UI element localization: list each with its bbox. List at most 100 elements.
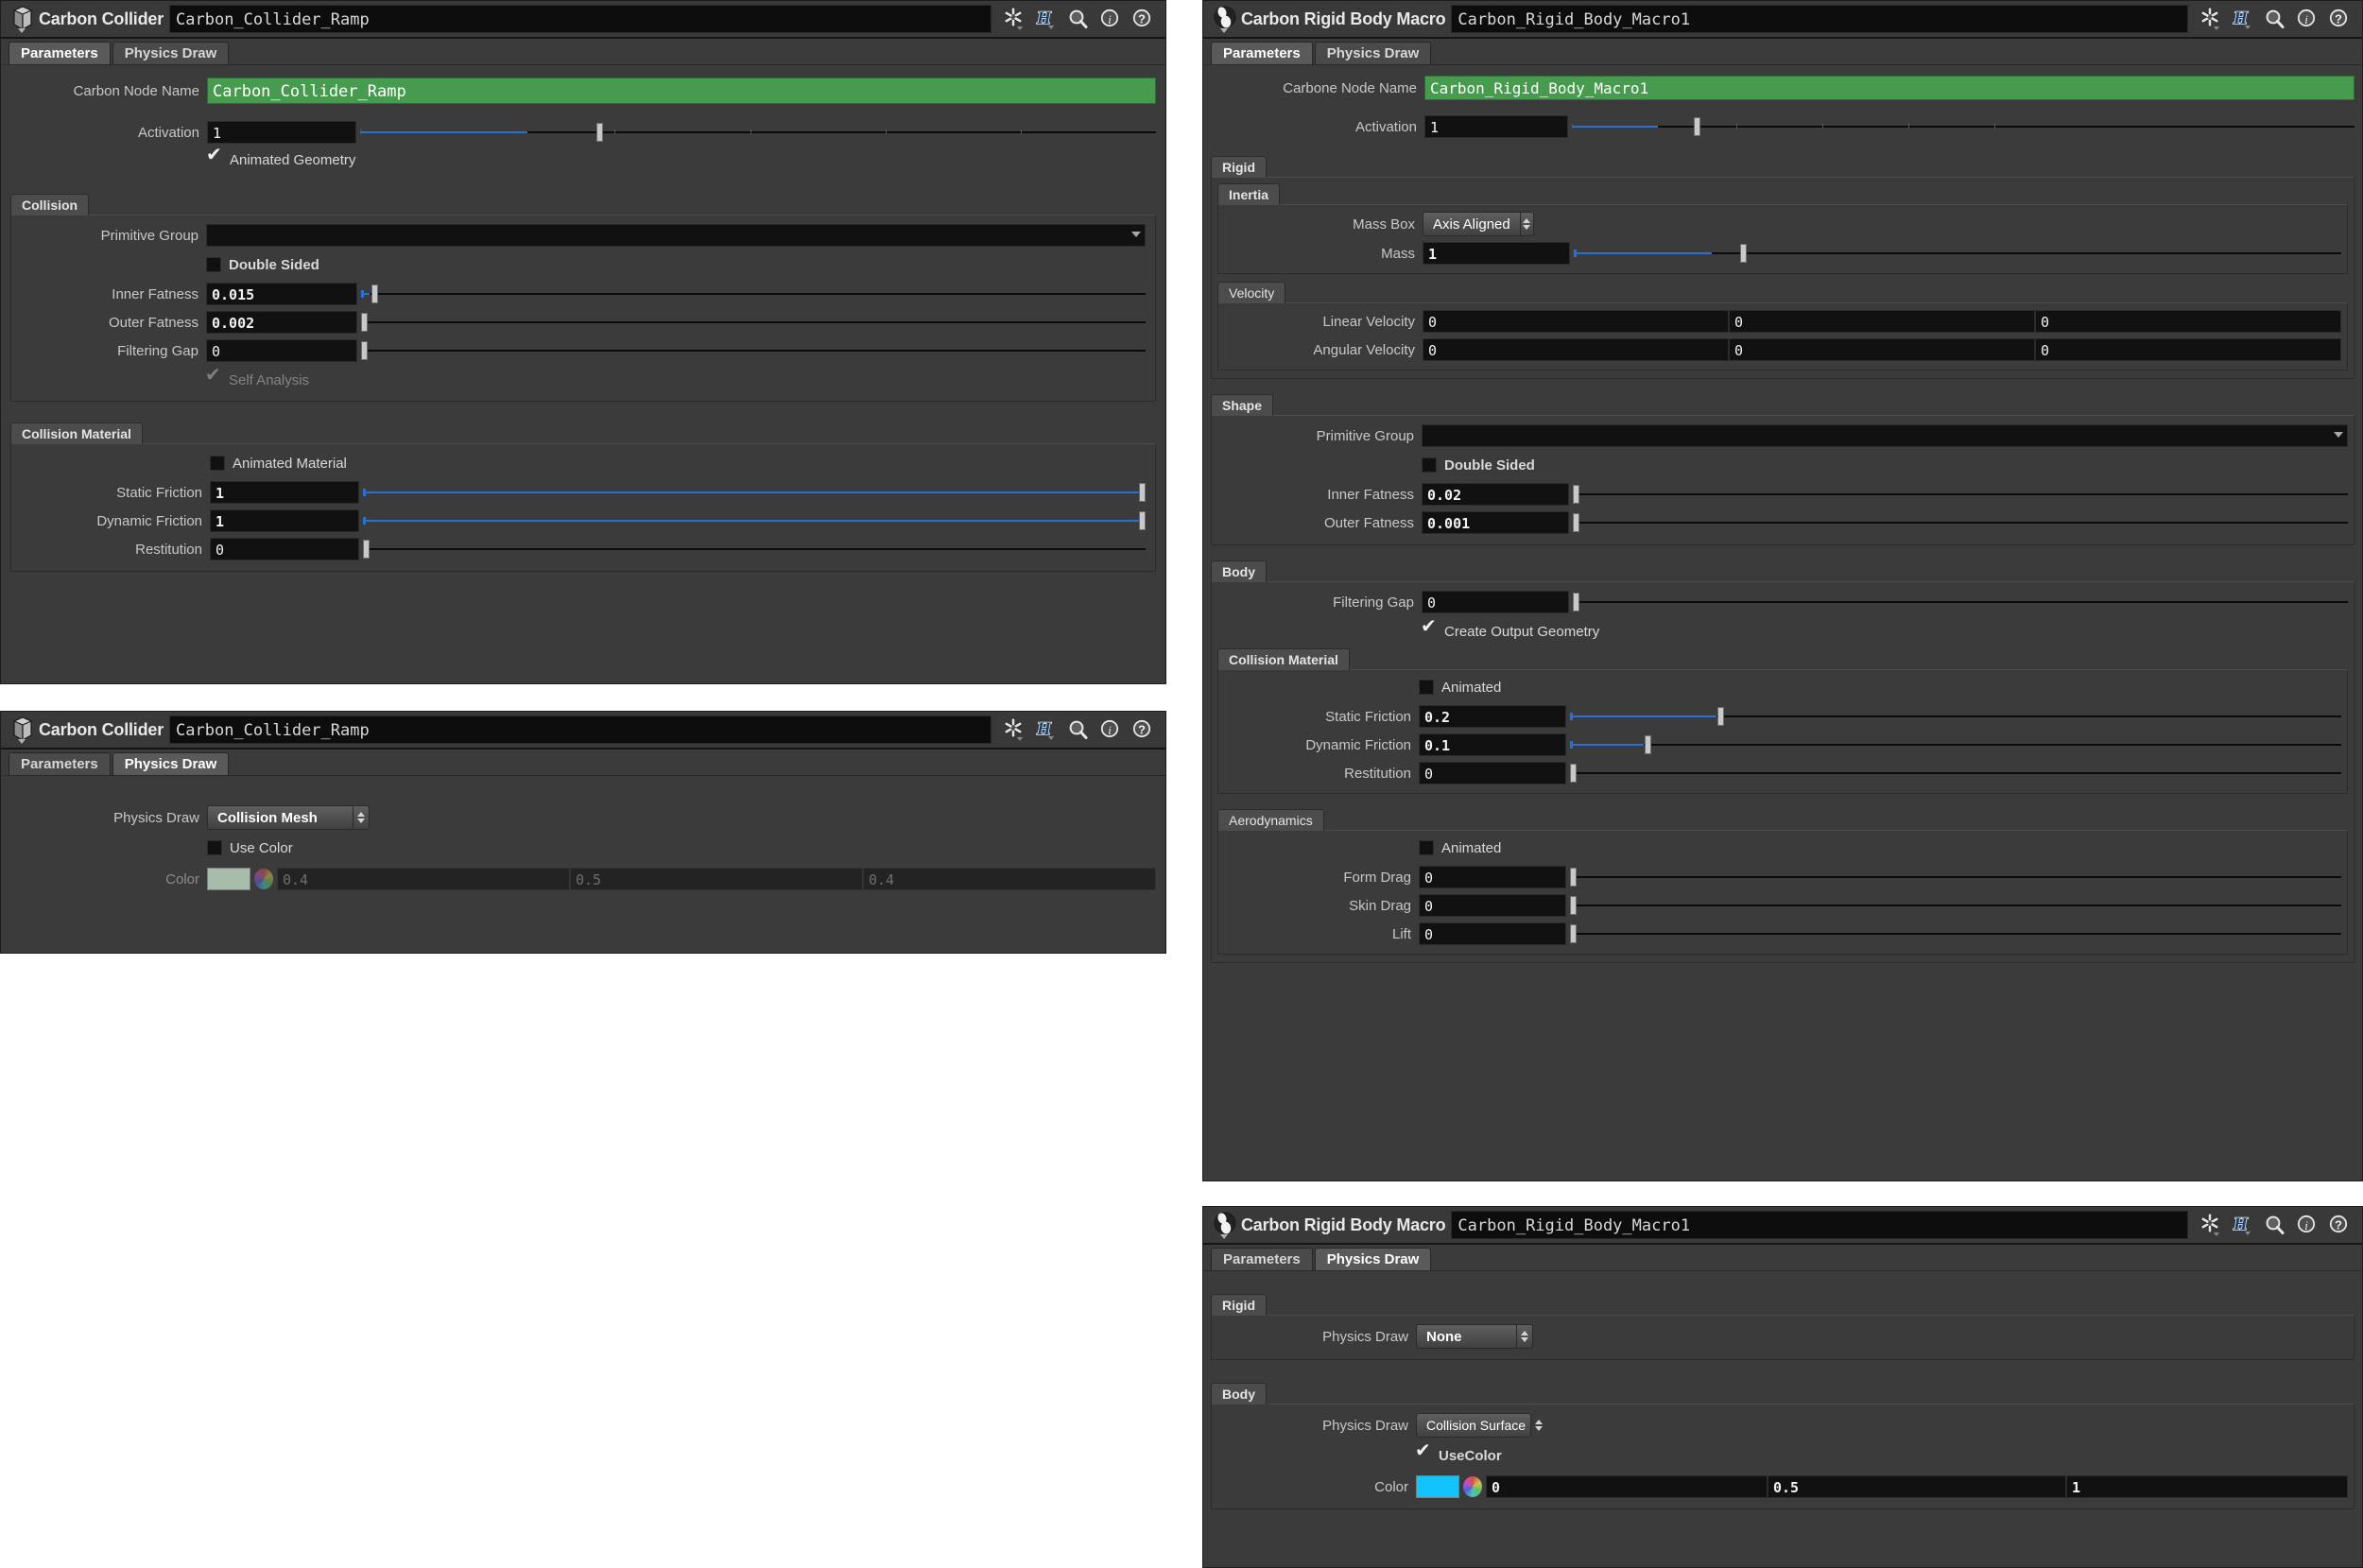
houdini-h-icon[interactable]: H <box>2232 1213 2254 1237</box>
color-swatch[interactable] <box>207 868 250 890</box>
node-path-field[interactable]: Carbon_Rigid_Body_Macro1 <box>1451 5 2188 33</box>
slider-lift[interactable] <box>1570 922 2341 945</box>
help-icon[interactable]: ? <box>2328 7 2351 31</box>
input-filtering-gap[interactable]: 0 <box>1422 591 1569 613</box>
group-tab-collision-material[interactable]: Collision Material <box>1217 648 1350 670</box>
input-outer-fatness[interactable]: 0.001 <box>1422 511 1569 534</box>
slider-form-drag[interactable] <box>1570 866 2341 888</box>
slider-dynamic-friction[interactable] <box>363 509 1146 532</box>
gear-icon[interactable] <box>1003 717 1026 742</box>
checkbox-animated[interactable] <box>1419 680 1434 695</box>
node-path-field[interactable]: Carbon_Rigid_Body_Macro1 <box>1451 1211 2188 1239</box>
input-color-g[interactable]: 0.5 <box>570 868 863 890</box>
checkbox-animated-geometry[interactable] <box>206 146 222 167</box>
input-color-b[interactable]: 0.4 <box>863 868 1156 890</box>
color-wheel-icon[interactable] <box>1463 1476 1482 1497</box>
search-icon[interactable] <box>2264 1213 2286 1237</box>
input-color-r[interactable]: 0.4 <box>277 868 570 890</box>
group-tab-velocity[interactable]: Velocity <box>1217 282 1286 303</box>
tab-parameters[interactable]: Parameters <box>9 42 111 64</box>
slider-restitution[interactable] <box>363 538 1146 560</box>
checkbox-use-color[interactable] <box>1415 1441 1431 1463</box>
tab-parameters[interactable]: Parameters <box>9 752 111 775</box>
input-restitution[interactable]: 0 <box>210 538 359 560</box>
input-inner-fatness[interactable]: 0.015 <box>206 283 357 305</box>
input-color-b[interactable]: 1 <box>2066 1475 2349 1498</box>
help-icon[interactable]: ? <box>1131 717 1154 742</box>
dropdown-mass-box[interactable]: Axis Aligned <box>1423 212 1534 236</box>
input-carbone-node-name[interactable]: Carbon_Rigid_Body_Macro1 <box>1424 76 2354 100</box>
dropdown-physics-draw[interactable]: Collision Mesh <box>207 805 370 830</box>
checkbox-animated-material[interactable] <box>210 456 225 471</box>
input-activation[interactable]: 1 <box>207 121 356 144</box>
slider-activation[interactable] <box>1572 115 2354 138</box>
checkbox-animated[interactable] <box>1419 840 1434 855</box>
input-carbon-node-name[interactable]: Carbon_Collider_Ramp <box>207 78 1156 104</box>
dropdown-physics-draw-body[interactable]: Collision Surface <box>1416 1413 1544 1438</box>
search-icon[interactable] <box>1067 717 1090 742</box>
input-form-drag[interactable]: 0 <box>1419 866 1566 888</box>
input-color-r[interactable]: 0 <box>1486 1475 1768 1498</box>
tab-parameters[interactable]: Parameters <box>1211 1248 1313 1270</box>
dropdown-physics-draw-rigid[interactable]: None <box>1416 1324 1533 1349</box>
group-tab-body[interactable]: Body <box>1211 1383 1267 1404</box>
info-icon[interactable]: i <box>2296 1213 2319 1237</box>
houdini-h-icon[interactable]: H <box>2232 7 2254 31</box>
input-primitive-group[interactable] <box>206 224 1146 247</box>
input-outer-fatness[interactable]: 0.002 <box>206 311 357 334</box>
group-tab-shape[interactable]: Shape <box>1211 394 1274 416</box>
input-filtering-gap[interactable]: 0 <box>206 339 357 362</box>
tab-physics-draw[interactable]: Physics Draw <box>112 752 230 775</box>
slider-restitution[interactable] <box>1570 762 2341 784</box>
color-swatch[interactable] <box>1416 1475 1459 1498</box>
input-dynamic-friction[interactable]: 1 <box>210 509 359 532</box>
input-static-friction[interactable]: 0.2 <box>1419 705 1566 728</box>
group-tab-inertia[interactable]: Inertia <box>1217 183 1281 205</box>
input-dynamic-friction[interactable]: 0.1 <box>1419 733 1566 756</box>
tab-physics-draw[interactable]: Physics Draw <box>1314 42 1432 64</box>
tab-parameters[interactable]: Parameters <box>1211 42 1313 64</box>
group-tab-body[interactable]: Body <box>1211 560 1267 582</box>
input-skin-drag[interactable]: 0 <box>1419 894 1566 917</box>
slider-filtering-gap[interactable] <box>1573 591 2348 613</box>
help-icon[interactable]: ? <box>2328 1213 2351 1237</box>
input-static-friction[interactable]: 1 <box>210 481 359 504</box>
input-activation[interactable]: 1 <box>1424 115 1568 138</box>
checkbox-double-sided[interactable] <box>206 257 221 272</box>
input-linear-velocity-x[interactable]: 0 <box>1423 310 1729 333</box>
input-linear-velocity-z[interactable]: 0 <box>2035 310 2341 333</box>
slider-activation[interactable] <box>360 121 1156 144</box>
tab-physics-draw[interactable]: Physics Draw <box>1314 1248 1432 1270</box>
group-tab-aerodynamics[interactable]: Aerodynamics <box>1217 809 1324 831</box>
checkbox-use-color[interactable] <box>207 840 222 855</box>
input-angular-velocity-y[interactable]: 0 <box>1729 338 2035 361</box>
gear-icon[interactable] <box>2199 7 2222 31</box>
slider-mass[interactable] <box>1574 242 2341 265</box>
input-linear-velocity-y[interactable]: 0 <box>1729 310 2035 333</box>
houdini-h-icon[interactable]: H <box>1035 7 1058 31</box>
input-color-g[interactable]: 0.5 <box>1767 1475 2067 1498</box>
search-icon[interactable] <box>1067 7 1090 31</box>
input-primitive-group[interactable] <box>1422 424 2348 447</box>
tab-physics-draw[interactable]: Physics Draw <box>112 42 230 64</box>
slider-skin-drag[interactable] <box>1570 894 2341 917</box>
color-wheel-icon[interactable] <box>254 869 273 889</box>
gear-icon[interactable] <box>2199 1213 2222 1237</box>
group-tab-rigid[interactable]: Rigid <box>1211 1294 1267 1316</box>
search-icon[interactable] <box>2264 7 2286 31</box>
info-icon[interactable]: i <box>1099 7 1122 31</box>
checkbox-double-sided[interactable] <box>1422 457 1437 473</box>
input-lift[interactable]: 0 <box>1419 922 1566 945</box>
node-path-field[interactable]: Carbon_Collider_Ramp <box>169 5 992 33</box>
slider-filtering-gap[interactable] <box>361 339 1146 362</box>
gear-icon[interactable] <box>1003 7 1026 31</box>
checkbox-create-output-geometry[interactable] <box>1421 617 1437 639</box>
slider-static-friction[interactable] <box>363 481 1146 504</box>
slider-dynamic-friction[interactable] <box>1570 733 2341 756</box>
group-tab-collision[interactable]: Collision <box>10 194 90 215</box>
group-tab-collision-material[interactable]: Collision Material <box>10 422 143 444</box>
input-mass[interactable]: 1 <box>1423 242 1570 265</box>
slider-inner-fatness[interactable] <box>1573 483 2348 506</box>
info-icon[interactable]: i <box>1099 717 1122 742</box>
slider-inner-fatness[interactable] <box>361 283 1146 305</box>
